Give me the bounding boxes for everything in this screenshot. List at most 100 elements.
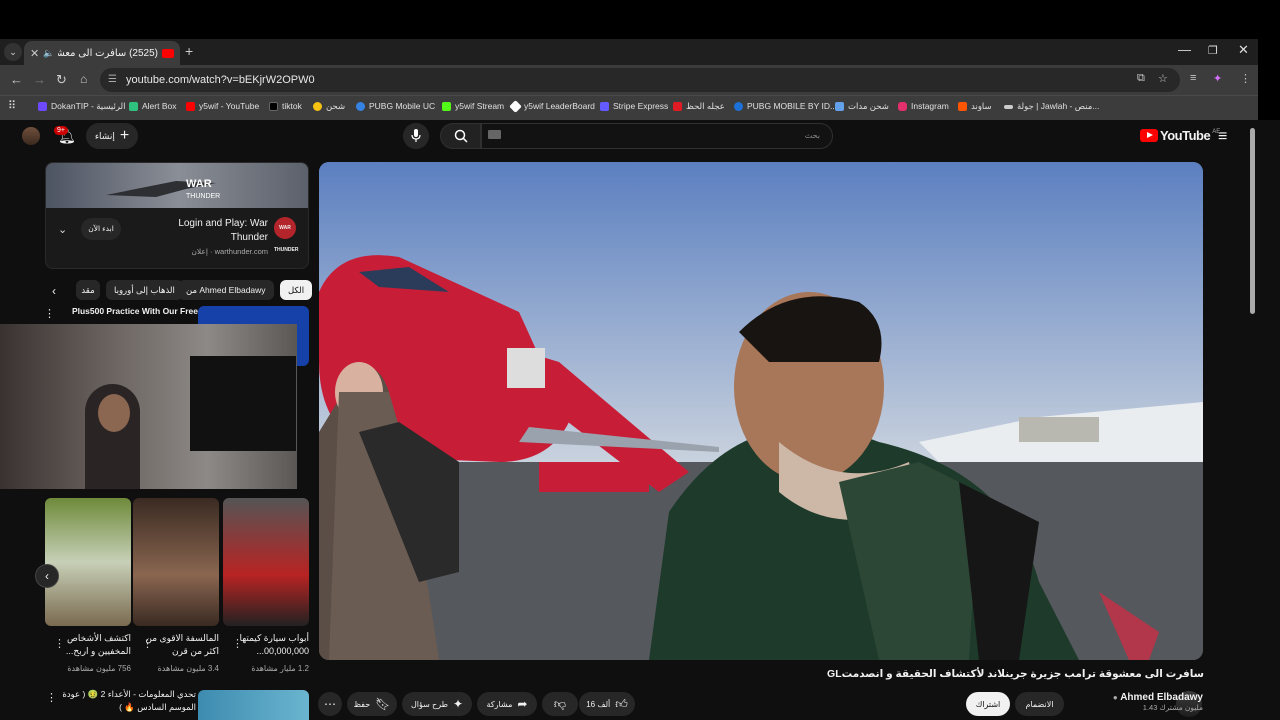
bookmark-favicon-icon	[129, 101, 138, 111]
save-button[interactable]: حفظ 🔖︎	[347, 692, 397, 716]
more-vert-icon[interactable]: ⋮	[44, 307, 55, 320]
join-button[interactable]: الانضمام	[1015, 692, 1064, 716]
recommended-video-title[interactable]: Plus500 Practice With Our Free	[58, 306, 198, 316]
forward-icon[interactable]: →	[33, 72, 46, 87]
new-tab-button[interactable]: +	[185, 43, 193, 59]
chip-all[interactable]: الكل	[280, 280, 313, 300]
bookmark-item[interactable]: PUBG MOBILE BY ID...	[734, 101, 837, 111]
chevron-left-icon[interactable]: ‹	[35, 564, 59, 588]
ad-logo: WAR THUNDER	[274, 217, 298, 253]
search-icon	[454, 129, 468, 143]
browser-chrome: ⌄ (2525) سافرت الى معشوقة ر 🔈 ✕ + — ❐ ✕ …	[0, 39, 1258, 120]
install-app-icon[interactable]: ⧉	[1137, 72, 1145, 85]
short-views: 1.2 مليار مشاهدة	[251, 664, 309, 673]
bookmark-item[interactable]: y5wif - YouTube	[186, 101, 259, 111]
recommended-thumbnail[interactable]	[198, 690, 309, 720]
bookmark-favicon-icon	[186, 101, 195, 111]
chevron-left-icon[interactable]: ‹	[52, 284, 56, 298]
short-views: 3.4 مليون مشاهدة	[157, 664, 219, 673]
bookmark-item[interactable]: شحن مدات	[835, 101, 889, 112]
chevron-down-icon[interactable]: ⌄	[58, 223, 67, 236]
address-row: ← → ↻ ⌂ ☰ youtube.com/watch?v=bEKjrW2OPW…	[0, 65, 1258, 95]
bookmark-icon: 🔖︎	[375, 697, 391, 711]
like-button[interactable]: 16 ألف 👍︎	[579, 692, 635, 716]
browser-menu-icon[interactable]: ⋮	[1240, 72, 1251, 85]
create-button[interactable]: إنشاء +	[86, 123, 138, 149]
bookmark-item[interactable]: Stripe Express	[600, 101, 668, 111]
account-avatar[interactable]	[22, 127, 40, 145]
tab-close-icon[interactable]: ✕	[30, 47, 39, 60]
webcam-overlay	[0, 324, 297, 489]
ask-button[interactable]: طرح سؤال ✦	[402, 692, 472, 716]
bookmarks-bar: ⠿ DokanTIP - الرئيسية Alert Box y5wif - …	[0, 95, 1258, 120]
sidebar-ad-card[interactable]: WAR THUNDER WAR THUNDER Login and Play: W…	[45, 162, 309, 269]
more-vert-icon[interactable]: ⋮	[54, 637, 65, 650]
search-input[interactable]: بحث	[481, 123, 833, 149]
more-actions-button[interactable]: ⋯	[318, 692, 342, 716]
video-player[interactable]	[319, 162, 1203, 660]
sparkle-icon: ✦	[452, 697, 464, 711]
bookmark-item[interactable]: Alert Box	[129, 101, 177, 111]
ad-banner-image: WAR THUNDER	[46, 163, 308, 208]
youtube-logo[interactable]: YouTube AE	[1140, 128, 1220, 143]
speaker-icon[interactable]: 🔈	[43, 48, 54, 59]
minimize-icon[interactable]: —	[1178, 42, 1191, 57]
browser-tab[interactable]: (2525) سافرت الى معشوقة ر 🔈 ✕	[24, 41, 180, 65]
bookmark-item[interactable]: y5wif Stream	[442, 101, 504, 111]
voice-search-button[interactable]	[403, 123, 429, 149]
bookmark-item[interactable]: PUBG Mobile UC	[356, 101, 435, 111]
bookmark-favicon-icon	[1004, 104, 1013, 109]
address-bar[interactable]: ☰ youtube.com/watch?v=bEKjrW2OPW0	[100, 68, 1180, 92]
subscribe-button[interactable]: اشتراك	[966, 692, 1010, 716]
bookmark-favicon-icon	[38, 102, 47, 111]
bookmark-item[interactable]: tiktok	[269, 101, 302, 111]
bookmark-item[interactable]: عجله الحظ	[673, 101, 725, 112]
short-thumbnail[interactable]	[223, 498, 309, 626]
channel-name: Ahmed Elbadawy	[1120, 692, 1203, 703]
extension-icon[interactable]: ✦	[1213, 72, 1222, 85]
home-icon[interactable]: ⌂	[80, 72, 87, 86]
page-scrollbar-track[interactable]	[1258, 120, 1280, 720]
bookmark-star-icon[interactable]: ☆	[1158, 72, 1168, 85]
recommended-video-title[interactable]: تحدي المعلومات - الأعداء 2 🤢 ( عودة المو…	[58, 688, 196, 714]
bookmark-item[interactable]: Instagram	[898, 101, 949, 111]
reload-icon[interactable]: ↻	[56, 72, 67, 88]
bookmark-favicon-icon	[898, 101, 907, 111]
dislike-button[interactable]: 👎︎	[542, 692, 578, 716]
tab-search-button[interactable]: ⌄	[4, 43, 22, 61]
bookmark-favicon-icon	[442, 101, 451, 111]
bookmark-favicon-icon	[600, 101, 609, 111]
short-thumbnail[interactable]	[133, 498, 219, 626]
bookmark-item[interactable]: DokanTIP - الرئيسية	[38, 101, 125, 112]
window-close-icon[interactable]: ✕	[1238, 42, 1249, 58]
restore-icon[interactable]: ❐	[1208, 44, 1218, 57]
page-scrollbar-thumb[interactable]	[1250, 128, 1255, 314]
more-vert-icon[interactable]: ⋮	[46, 691, 57, 704]
thumbs-up-icon: 👍︎	[615, 696, 628, 711]
apps-grid-icon[interactable]: ⠿	[8, 99, 16, 112]
keyboard-icon[interactable]	[488, 130, 501, 139]
back-icon[interactable]: ←	[10, 72, 23, 87]
channel-info[interactable]: ● Ahmed Elbadawy 1.43 مليون مشترك	[1113, 692, 1203, 712]
chip-europe[interactable]: الذهاب إلى أوروبا	[106, 280, 183, 300]
bookmark-favicon-icon	[509, 99, 522, 113]
share-button[interactable]: مشاركة ➦	[477, 692, 537, 716]
ad-cta-button[interactable]: ابدء الآن	[81, 218, 121, 240]
bookmark-item[interactable]: جولة | Jawlah - منص...	[1004, 101, 1099, 112]
short-thumbnail[interactable]	[45, 498, 131, 626]
tab-title: (2525) سافرت الى معشوقة ر	[58, 47, 158, 59]
chip-more[interactable]: مقد	[76, 280, 100, 300]
monitor-image	[190, 356, 296, 451]
chip-from-channel[interactable]: من Ahmed Elbadawy	[178, 280, 274, 300]
bookmark-item[interactable]: y5wif LeaderBoard	[509, 99, 595, 113]
reading-list-icon[interactable]: ≡	[1190, 72, 1196, 84]
bookmark-item[interactable]: شحن	[313, 101, 345, 112]
more-vert-icon[interactable]: ⋮	[142, 637, 153, 650]
site-info-icon[interactable]: ☰	[108, 68, 117, 92]
verified-icon: ●	[1112, 693, 1118, 702]
bookmark-item[interactable]: ساوند	[958, 101, 992, 112]
more-vert-icon[interactable]: ⋮	[232, 637, 243, 650]
search-button[interactable]	[440, 123, 481, 149]
youtube-favicon-icon	[162, 48, 174, 58]
svg-text:THUNDER: THUNDER	[186, 193, 220, 200]
